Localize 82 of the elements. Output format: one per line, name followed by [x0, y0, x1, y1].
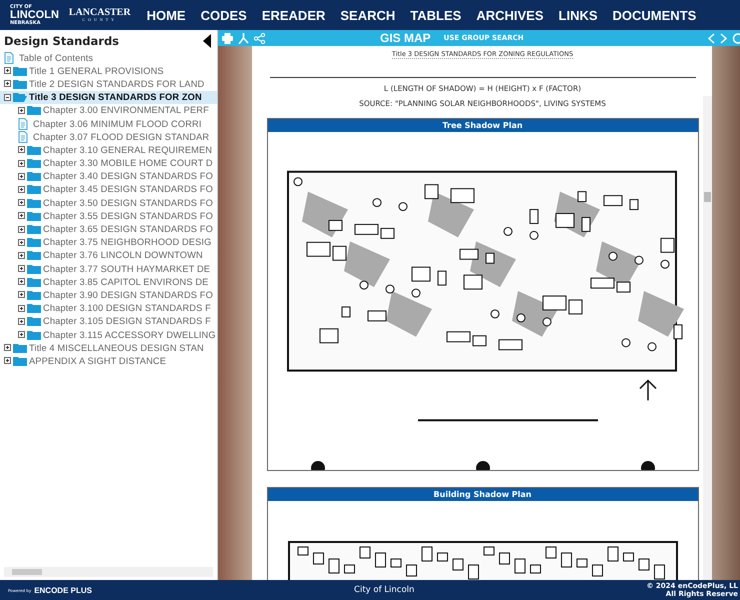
nav-link[interactable]: SEARCH — [340, 8, 396, 22]
tree-item[interactable]: Title 3 DESIGN STANDARDS FOR ZON — [0, 90, 217, 104]
tree-item[interactable]: Chapter 3.00 ENVIRONMENTAL PERF — [0, 104, 217, 117]
expander-icon[interactable] — [18, 172, 25, 180]
expander-icon[interactable] — [18, 252, 25, 259]
folder-icon — [27, 276, 41, 287]
document-icon — [18, 118, 28, 130]
expander-icon[interactable] — [4, 357, 11, 364]
tree-item[interactable]: Chapter 3.115 ACCESSORY DWELLING — [0, 328, 217, 342]
tree-item[interactable]: Chapter 3.10 GENERAL REQUIREMEN — [0, 143, 217, 156]
figure-title: Building Shadow Plan — [268, 488, 698, 501]
folder-icon — [27, 330, 41, 340]
expander-icon[interactable] — [18, 238, 25, 246]
tree-item[interactable]: Chapter 3.105 DESIGN STANDARDS F — [0, 314, 217, 328]
tree-item[interactable]: Chapter 3.45 DESIGN STANDARDS FO — [0, 182, 217, 196]
tree-item[interactable]: Chapter 3.50 DESIGN STANDARDS FO — [0, 196, 217, 210]
expander-icon[interactable] — [18, 304, 25, 312]
folder-icon — [27, 158, 41, 168]
footer-text: City of Lincoln — [353, 585, 416, 595]
nav-link[interactable]: HOME — [146, 8, 186, 22]
folder-icon — [27, 210, 41, 221]
tree-item[interactable]: Chapter 3.65 DESIGN STANDARDS FO — [0, 222, 217, 236]
expander-icon[interactable] — [18, 331, 25, 338]
tree-item[interactable]: Chapter 3.77 SOUTH HAYMARKET DE — [0, 262, 217, 276]
folder-icon — [13, 92, 27, 102]
tree-item[interactable]: Chapter 3.06 MINIMUM FLOOD CORRI — [0, 116, 217, 130]
tree-item[interactable]: Chapter 3.100 DESIGN STANDARDS F — [0, 302, 217, 315]
folder-icon — [27, 264, 41, 274]
expander-icon[interactable] — [18, 106, 25, 114]
tree-item[interactable]: APPENDIX A SIGHT DISTANCE — [0, 354, 217, 368]
folder-icon — [13, 66, 27, 76]
figure-title: Tree Shadow Plan — [268, 119, 698, 132]
expander-icon[interactable] — [18, 265, 25, 272]
tree-item[interactable]: Title 2 DESIGN STANDARDS FOR LAND — [0, 77, 217, 91]
horizontal-scrollbar[interactable] — [4, 567, 213, 577]
tree-item[interactable]: Chapter 3.40 DESIGN STANDARDS FO — [0, 170, 217, 183]
expander-icon[interactable] — [4, 67, 11, 74]
nav-link[interactable]: DOCUMENTS — [612, 8, 696, 22]
folder-icon — [27, 303, 41, 314]
folder-icon — [27, 316, 41, 326]
expander-icon[interactable] — [4, 94, 11, 101]
expander-icon[interactable] — [18, 186, 25, 193]
tree-item[interactable]: Chapter 3.85 CAPITOL ENVIRONS DE — [0, 275, 217, 288]
expander-icon[interactable] — [18, 160, 25, 167]
tree-item[interactable]: Chapter 3.55 DESIGN STANDARDS FO — [0, 209, 217, 222]
nav-link[interactable]: TABLES — [410, 8, 462, 22]
document-icon — [18, 130, 28, 143]
tree-item[interactable]: Chapter 3.75 NEIGHBORHOOD DESIG — [0, 236, 217, 249]
folder-icon — [27, 184, 41, 194]
expander-icon[interactable] — [18, 318, 25, 325]
nav-link[interactable]: ARCHIVES — [476, 8, 544, 22]
expander-icon[interactable] — [18, 212, 25, 220]
expander-icon[interactable] — [18, 146, 25, 154]
folder-icon — [13, 342, 27, 353]
tree-item[interactable]: Title 4 MISCELLANEOUS DESIGN STAN — [0, 341, 217, 354]
nav-link[interactable]: EREADER — [262, 8, 326, 22]
folder-icon — [27, 198, 41, 208]
nav-link[interactable]: CODES — [200, 8, 247, 22]
expander-icon[interactable] — [18, 226, 25, 233]
expander-icon[interactable] — [18, 278, 25, 286]
folder-icon — [27, 224, 41, 234]
tree-item[interactable]: Title 1 GENERAL PROVISIONS — [0, 64, 217, 78]
sidebar-title: Design Standards — [4, 34, 120, 48]
folder-icon — [27, 171, 41, 182]
folder-icon — [27, 290, 41, 300]
folder-icon — [27, 250, 41, 260]
tree-item[interactable]: Chapter 3.30 MOBILE HOME COURT D — [0, 156, 217, 170]
folder-icon — [27, 237, 41, 248]
tree-item[interactable]: Chapter 3.90 DESIGN STANDARDS FO — [0, 288, 217, 302]
expander-icon[interactable] — [4, 344, 11, 352]
nav-link[interactable]: LINKS — [558, 8, 598, 22]
folder-icon — [27, 144, 41, 155]
tree-item[interactable]: Table of Contents — [0, 51, 217, 64]
expander-icon[interactable] — [4, 80, 11, 88]
folder-icon — [13, 356, 27, 366]
collapse-icon[interactable] — [203, 34, 211, 48]
expander-icon[interactable] — [18, 199, 25, 206]
document-icon — [4, 52, 14, 64]
vertical-scrollbar[interactable] — [703, 96, 712, 580]
tree-item[interactable]: Chapter 3.07 FLOOD DESIGN STANDAR — [0, 130, 217, 144]
tree-item[interactable]: Chapter 3.76 LINCOLN DOWNTOWN — [0, 248, 217, 262]
expander-icon[interactable] — [18, 291, 25, 298]
